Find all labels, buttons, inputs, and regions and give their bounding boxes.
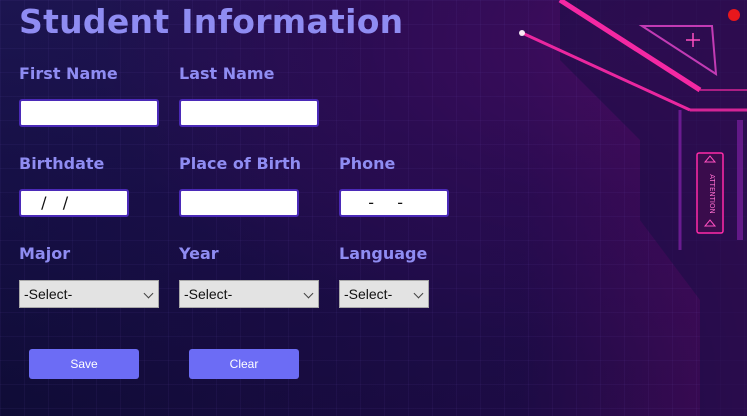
major-select-value: -Select- [24,286,73,302]
last-name-input[interactable] [179,99,319,127]
chevron-down-icon [303,288,314,299]
year-select-value: -Select- [184,286,233,302]
place-of-birth-input[interactable] [179,189,299,217]
first-name-label: First Name [19,64,118,83]
year-label: Year [179,244,219,263]
record-indicator-dot [728,9,740,21]
page-title: Student Information [19,2,404,41]
phone-input[interactable]: - - [339,189,449,217]
year-select[interactable]: -Select- [179,280,319,308]
birthdate-label: Birthdate [19,154,105,173]
language-label: Language [339,244,428,263]
first-name-input[interactable] [19,99,159,127]
clear-button[interactable]: Clear [189,349,299,379]
chevron-down-icon [413,288,424,299]
deco-glow-dot [519,30,525,36]
language-select[interactable]: -Select- [339,280,429,308]
save-button[interactable]: Save [29,349,139,379]
place-of-birth-label: Place of Birth [179,154,302,173]
major-label: Major [19,244,71,263]
birthdate-input[interactable]: / / [19,189,129,217]
language-select-value: -Select- [344,286,393,302]
attention-label: ATTENTION [708,174,716,213]
last-name-label: Last Name [179,64,275,83]
phone-label: Phone [339,154,396,173]
chevron-down-icon [143,288,154,299]
major-select[interactable]: -Select- [19,280,159,308]
